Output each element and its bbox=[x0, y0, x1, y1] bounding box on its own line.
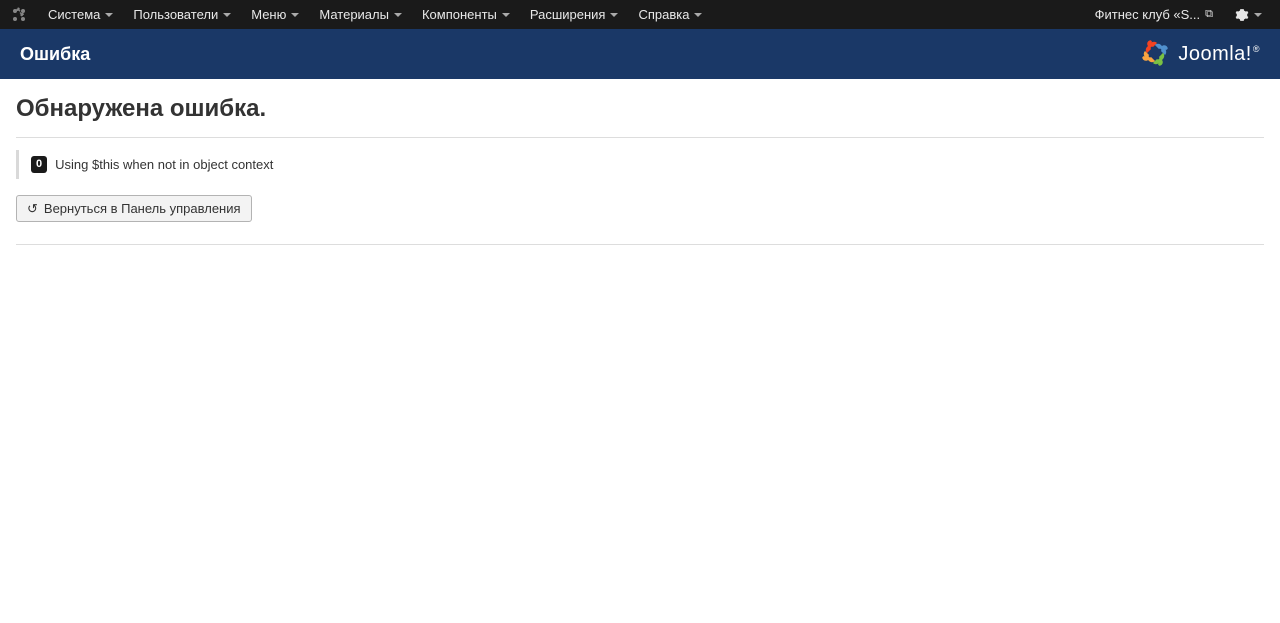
nav-label: Система bbox=[48, 8, 100, 21]
nav-components[interactable]: Компоненты bbox=[412, 2, 520, 27]
nav-extensions[interactable]: Расширения bbox=[520, 2, 629, 27]
caret-icon bbox=[223, 13, 231, 17]
joomla-mark-icon bbox=[1138, 36, 1172, 73]
caret-icon bbox=[502, 13, 510, 17]
back-button-label: Вернуться в Панель управления bbox=[44, 201, 241, 216]
joomla-logo: Joomla!® bbox=[1138, 36, 1260, 73]
back-button[interactable]: ↺ Вернуться в Панель управления bbox=[16, 195, 252, 222]
top-nav: Система Пользователи Меню Материалы Комп… bbox=[0, 0, 1280, 29]
brand-name: Joomla! bbox=[1178, 43, 1252, 65]
error-alert: 0 Using $this when not in object context bbox=[16, 150, 1264, 179]
header: Ошибка Joomla!® bbox=[0, 29, 1280, 79]
page-title: Ошибка bbox=[20, 44, 90, 65]
nav-label: Материалы bbox=[319, 8, 389, 21]
top-nav-right: Фитнес клуб «S... ⧉ bbox=[1089, 1, 1270, 28]
nav-label: Меню bbox=[251, 8, 286, 21]
external-link-icon: ⧉ bbox=[1205, 8, 1213, 21]
caret-icon bbox=[105, 13, 113, 17]
nav-label: Компоненты bbox=[422, 8, 497, 21]
caret-icon bbox=[394, 13, 402, 17]
error-message: Using $this when not in object context bbox=[55, 157, 273, 172]
divider bbox=[16, 137, 1264, 138]
nav-label: Расширения bbox=[530, 8, 606, 21]
registered-mark: ® bbox=[1253, 44, 1260, 54]
content: Обнаружена ошибка. 0 Using $this when no… bbox=[0, 79, 1280, 261]
site-link-label: Фитнес клуб «S... bbox=[1095, 7, 1200, 22]
divider bbox=[16, 244, 1264, 245]
top-nav-left: Система Пользователи Меню Материалы Комп… bbox=[10, 2, 712, 27]
nav-help[interactable]: Справка bbox=[628, 2, 712, 27]
back-arrow-icon: ↺ bbox=[27, 202, 38, 215]
nav-label: Пользователи bbox=[133, 8, 218, 21]
error-heading: Обнаружена ошибка. bbox=[16, 95, 1264, 123]
nav-label: Справка bbox=[638, 8, 689, 21]
joomla-icon[interactable] bbox=[10, 6, 28, 24]
nav-content[interactable]: Материалы bbox=[309, 2, 412, 27]
site-link[interactable]: Фитнес клуб «S... ⧉ bbox=[1089, 1, 1219, 28]
error-code-badge: 0 bbox=[31, 156, 47, 173]
settings-menu[interactable] bbox=[1227, 2, 1270, 28]
caret-icon bbox=[291, 13, 299, 17]
nav-menu[interactable]: Меню bbox=[241, 2, 309, 27]
nav-system[interactable]: Система bbox=[38, 2, 123, 27]
nav-users[interactable]: Пользователи bbox=[123, 2, 241, 27]
gear-icon bbox=[1235, 8, 1249, 22]
joomla-logo-text: Joomla!® bbox=[1178, 43, 1260, 66]
caret-icon bbox=[1254, 13, 1262, 17]
caret-icon bbox=[694, 13, 702, 17]
caret-icon bbox=[610, 13, 618, 17]
